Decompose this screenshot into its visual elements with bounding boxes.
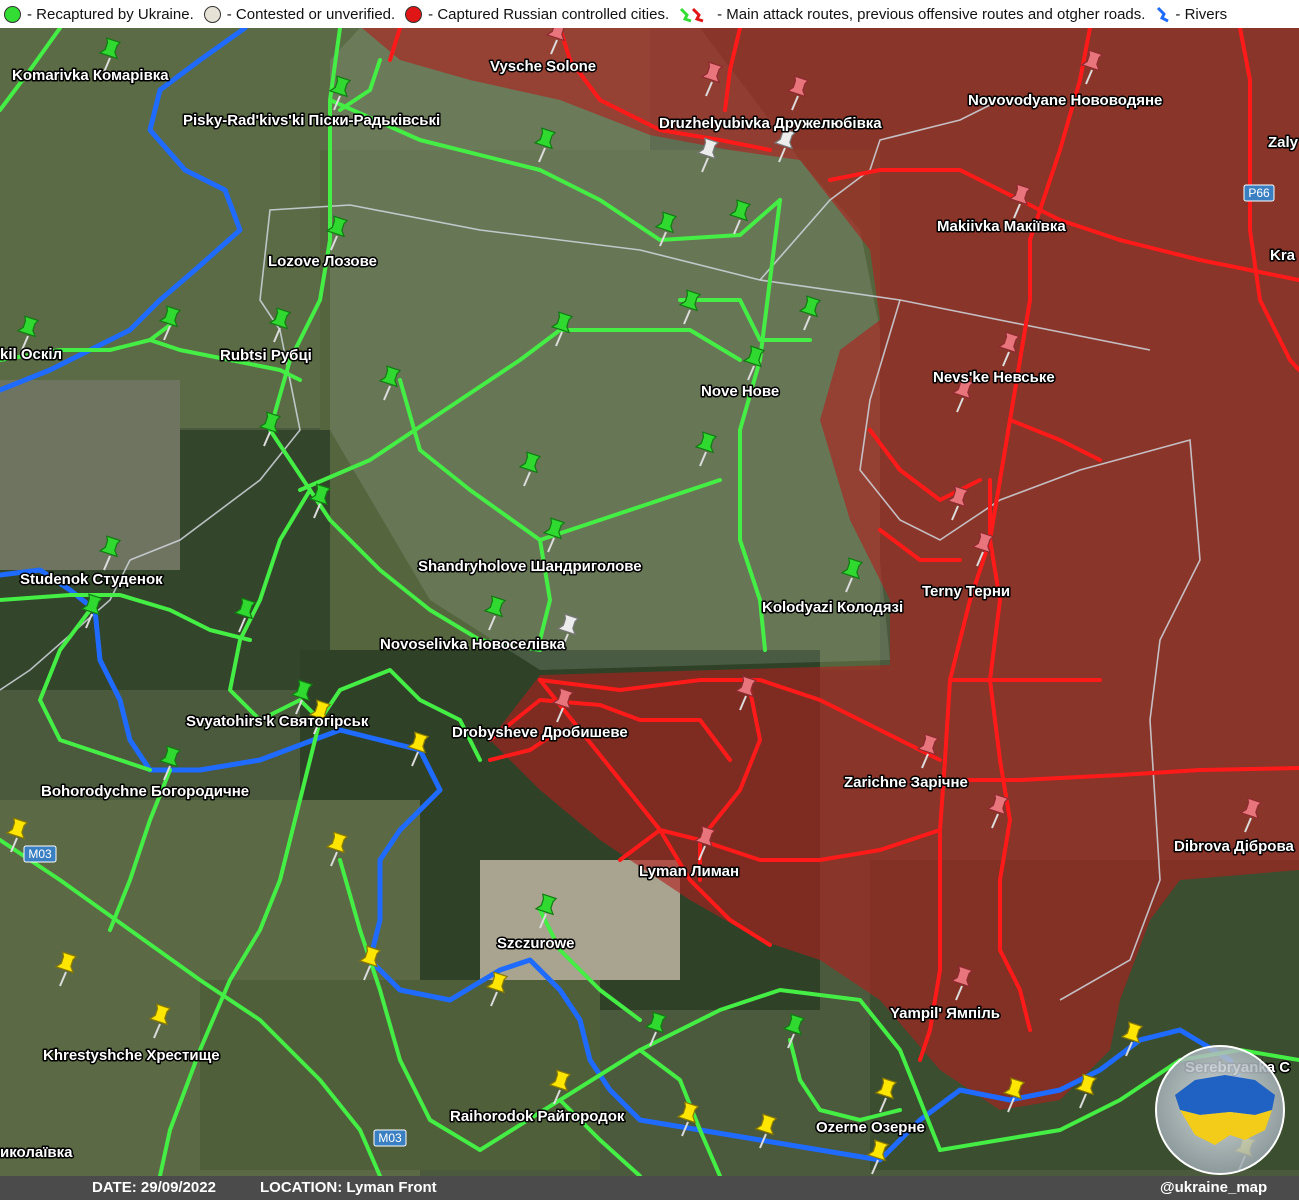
place-label-studenok: Studenok Студенок [20,571,163,588]
place-label-terny: Terny Терни [922,583,1010,600]
legend-rivers-label: - Rivers [1175,5,1228,23]
road-sign-m03-west: M03 [23,845,57,863]
place-label-khrestyshche: Khrestyshche Хрестище [43,1047,220,1064]
footer-location: LOCATION: Lyman Front [260,1179,437,1196]
legend-ukraine-swatch [4,5,21,23]
svg-text:M03: M03 [28,847,52,861]
place-label-novovodyane: Novovodyane Нововодяне [968,92,1162,109]
legend-bar: - Recaptured by Ukraine. - Contested or … [0,0,1299,28]
map-canvas[interactable]: P66 M03 M03 Komarivka Комарівка Pisky-Ra… [0,0,1299,1200]
place-label-pisky-radkivski: Pisky-Rad'kivs'ki Піски-Радьківські [183,112,440,129]
place-label-druzhelyubivka: Druzhelyubivka Дружелюбівка [659,115,882,132]
place-label-zarichne: Zarichne Зарічне [844,774,968,791]
place-label-dibrova: Dibrova Діброва [1174,838,1294,855]
place-label-rubtsi: Rubtsi Рубці [220,347,312,364]
place-label-zaly: Zaly [1268,134,1299,151]
legend-routes: - Main attack routes, previous offensive… [679,5,1145,23]
place-label-shandryholove: Shandryholove Шандриголове [418,558,642,575]
legend-russia-label: - Captured Russian controlled cities. [428,5,670,23]
place-label-svyatohirsk: Svyatohirs'k Святогірськ [186,713,369,730]
legend-ukraine: - Recaptured by Ukraine. [4,5,194,23]
place-label-oskil: kil Оскіл [0,346,62,363]
footer-bar: DATE: 29/09/2022 LOCATION: Lyman Front @… [0,1176,1299,1200]
road-sign-m03-south: M03 [373,1129,407,1147]
route-lines-icon [680,7,704,23]
legend-contested: - Contested or unverified. [203,5,396,23]
place-label-kra: Kra [1270,247,1296,264]
svg-text:M03: M03 [378,1131,402,1145]
place-label-lozove: Lozove Лозове [268,253,377,270]
ukraine-map-logo [1155,1045,1285,1175]
place-label-lyman: Lyman Лиман [639,863,739,880]
legend-routes-label: - Main attack routes, previous offensive… [717,5,1146,23]
legend-contested-label: - Contested or unverified. [226,5,396,23]
footer-handle: @ukraine_map [1160,1179,1268,1196]
place-label-drobysheve: Drobysheve Дробишеве [452,724,628,741]
road-sign-p66: P66 [1243,184,1275,202]
footer-date: DATE: 29/09/2022 [92,1179,216,1196]
place-label-mykolaivka: иколаївка [0,1144,73,1161]
place-label-kolodyazi: Kolodyazi Колодязі [762,599,903,616]
place-label-komarivka: Komarivka Комарівка [12,67,169,84]
svg-text:P66: P66 [1248,186,1270,200]
legend-russia: - Captured Russian controlled cities. [405,5,670,23]
legend-ukraine-label: - Recaptured by Ukraine. [27,5,194,23]
legend-russia-swatch [405,5,423,23]
place-label-raihorodok: Raihorodok Райгородок [450,1108,625,1125]
place-label-makiivka: Makiivka Макіївка [937,218,1066,235]
place-label-szczurowe: Szczurowe [497,935,575,952]
place-label-novoselivka: Novoselivka Новоселівка [380,636,566,653]
place-label-nove: Nove Нове [701,383,779,400]
place-label-yampil: Yampil' Ямпіль [890,1005,1000,1022]
place-label-vysche-solone: Vysche Solone [490,58,596,75]
place-label-nevske: Nevs'ke Невське [933,369,1055,386]
legend-contested-swatch [203,5,221,23]
place-label-ozerne: Ozerne Озерне [816,1119,925,1136]
place-label-bohorodychne: Bohorodychne Богородичне [41,783,249,800]
map-view[interactable]: P66 M03 M03 Komarivka Комарівка Pisky-Ra… [0,0,1299,1200]
legend-rivers: - Rivers [1155,5,1227,23]
river-line-icon [1157,6,1170,23]
